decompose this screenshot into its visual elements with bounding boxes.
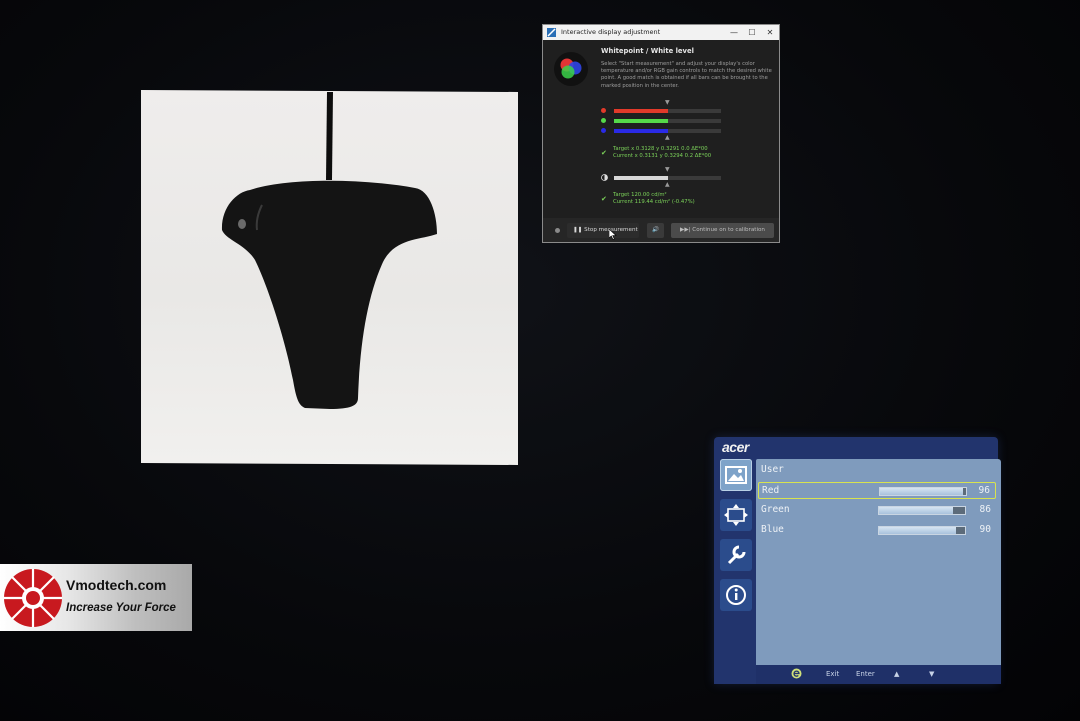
luminance-current: Current 119.44 cd/m² (-0.47%) — [613, 199, 695, 205]
green-label: Green — [761, 504, 790, 515]
instructions-text: Select "Start measurement" and adjust yo… — [601, 61, 772, 89]
information-menu-button[interactable] — [720, 579, 752, 611]
window-titlebar[interactable]: Interactive display adjustment — ☐ ✕ — [543, 25, 779, 40]
window-title: Interactive display adjustment — [561, 28, 661, 36]
whitepoint-current: Current x 0.3131 y 0.3294 0.2 ΔE*00 — [613, 153, 712, 159]
interactive-display-adjustment-window: Interactive display adjustment — ☐ ✕ Whi… — [542, 24, 780, 243]
stop-measurement-button[interactable]: ❚❚ Stop measurement — [567, 223, 639, 238]
watermark-slogan: Increase Your Force — [66, 602, 176, 614]
settings-menu-button[interactable] — [720, 539, 752, 571]
green-dot-icon — [601, 118, 606, 123]
speaker-icon: 🔊 — [652, 227, 659, 233]
acer-logo: acer — [722, 439, 749, 455]
measurement-indicator-icon — [555, 228, 560, 233]
osd-position-icon — [724, 504, 748, 526]
red-gain-bar — [601, 107, 723, 115]
osd-content-panel: User Red 96 Green 86 Blue 90 — [756, 459, 1001, 666]
blue-dot-icon — [601, 128, 606, 133]
acer-osd-menu: acer User Red 96 Green 86 Blue 90 Exit E… — [714, 437, 1001, 684]
vmodtech-watermark: Vmodtech.com Increase Your Force — [0, 564, 192, 631]
wrench-icon — [727, 545, 746, 565]
whitepoint-target: Target x 0.3128 y 0.3291 0.0 ΔE*00 — [613, 146, 708, 152]
luminance-target: Target 120.00 cd/m² — [613, 192, 667, 198]
section-heading: Whitepoint / White level — [601, 47, 694, 55]
mode-label: User — [761, 464, 784, 475]
acer-e-icon — [791, 668, 802, 679]
green-slider[interactable] — [878, 506, 966, 515]
continue-label: Continue on to calibration — [692, 227, 765, 233]
target-marker-top: ▼ — [665, 99, 670, 106]
rgb-circles-icon — [554, 52, 588, 86]
white-measurement-patch — [141, 90, 518, 465]
displaycal-app-icon — [547, 28, 556, 37]
red-gain-row[interactable]: Red 96 — [758, 482, 996, 499]
mode-header: User — [758, 462, 996, 479]
red-value: 96 — [978, 485, 990, 496]
green-gain-row[interactable]: Green 86 — [758, 502, 996, 519]
skip-forward-icon: ▶▶| — [680, 227, 693, 233]
target-marker-bottom: ▲ — [665, 134, 670, 141]
down-arrow-icon: ▼ — [929, 670, 935, 678]
watermark-site: Vmodtech.com — [66, 577, 167, 593]
luminance-marker-top: ▼ — [665, 166, 670, 173]
up-arrow-icon: ▲ — [894, 670, 900, 678]
luminance-marker-bottom: ▲ — [665, 181, 670, 188]
brightness-icon — [601, 174, 608, 181]
osd-position-menu-button[interactable] — [720, 499, 752, 531]
blue-label: Blue — [761, 524, 784, 535]
blue-slider[interactable] — [878, 526, 966, 535]
close-button[interactable]: ✕ — [761, 25, 779, 40]
check-icon: ✔ — [601, 149, 607, 157]
minimize-button[interactable]: — — [725, 25, 743, 40]
picture-icon — [725, 466, 747, 484]
osd-sidebar — [718, 459, 754, 639]
exit-key-label: Exit — [826, 670, 840, 678]
pause-icon: ❚❚ — [573, 227, 585, 233]
sound-toggle-button[interactable]: 🔊 — [647, 223, 664, 238]
mouse-cursor-icon — [609, 229, 617, 240]
maximize-button[interactable]: ☐ — [743, 25, 761, 40]
blue-gain-row[interactable]: Blue 90 — [758, 522, 996, 539]
enter-key-label: Enter — [856, 670, 875, 678]
dialog-footer: ❚❚ Stop measurement 🔊 ▶▶| Continue on to… — [543, 218, 779, 242]
green-gain-bar — [601, 117, 723, 125]
vmodtech-logo-icon — [4, 569, 62, 627]
picture-menu-button[interactable] — [720, 459, 752, 491]
red-label: Red — [762, 485, 780, 496]
osd-key-guide: Exit Enter ▲ ▼ — [758, 666, 998, 682]
check-icon: ✔ — [601, 195, 607, 203]
red-dot-icon — [601, 108, 606, 113]
luminance-bar — [601, 174, 723, 182]
blue-value: 90 — [979, 524, 991, 535]
continue-to-calibration-button[interactable]: ▶▶| Continue on to calibration — [671, 223, 774, 238]
red-slider[interactable] — [879, 487, 967, 496]
blue-gain-bar — [601, 127, 723, 135]
info-icon — [726, 585, 746, 605]
green-value: 86 — [979, 504, 991, 515]
